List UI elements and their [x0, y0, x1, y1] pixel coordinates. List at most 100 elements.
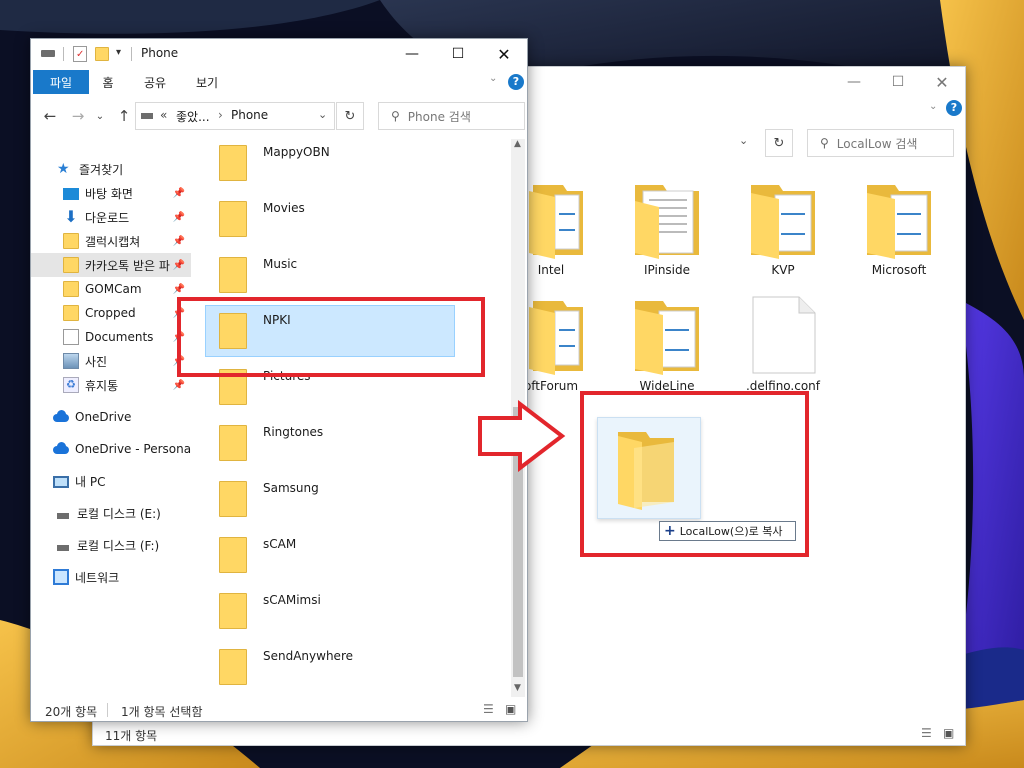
breadcrumb-item[interactable]: Phone [231, 108, 268, 122]
folder-label: KVP [771, 263, 795, 277]
pc-icon [53, 476, 69, 488]
highlight-box-npki [177, 297, 485, 377]
list-item-scamimsi[interactable]: sCAMimsi [205, 585, 455, 641]
folder-item-microsoft[interactable]: Microsoft [851, 177, 947, 287]
new-folder-icon[interactable] [95, 47, 109, 61]
list-item-samsung[interactable]: Samsung [205, 473, 455, 529]
help-icon[interactable]: ? [946, 100, 962, 116]
selected-count: 1개 항목 선택함 [121, 705, 203, 719]
nav-item-drive-e[interactable]: 로컬 디스크 (E:) [31, 501, 191, 525]
maximize-button[interactable]: ☐ [875, 67, 921, 97]
pin-icon[interactable]: 📌 [173, 284, 185, 295]
nav-item-network[interactable]: 네트워크 [31, 565, 191, 589]
download-icon: ⬇ [64, 207, 78, 226]
address-dropdown-icon[interactable]: ⌄ [739, 134, 748, 147]
nav-item-recycle-bin[interactable]: ♻ 휴지통 📌 [31, 373, 191, 397]
list-item-ringtones[interactable]: Ringtones [205, 417, 455, 473]
up-button[interactable]: ↑ [113, 105, 135, 127]
properties-icon[interactable]: ✓ [73, 46, 87, 62]
list-item-movies[interactable]: Movies [205, 193, 455, 249]
file-list: MappyOBN Movies Music NPKI Pictures Ring… [191, 137, 511, 697]
close-button[interactable]: ✕ [481, 39, 527, 69]
large-icons-view-icon[interactable]: ▣ [505, 702, 516, 716]
nav-item-downloads[interactable]: ⬇ 다운로드 📌 [31, 205, 191, 229]
forward-button[interactable]: → [67, 105, 89, 127]
pictures-icon [63, 353, 79, 369]
refresh-button[interactable]: ↻ [336, 102, 364, 130]
nav-item-desktop[interactable]: 바탕 화면 📌 [31, 181, 191, 205]
folder-icon [219, 537, 247, 573]
pin-icon[interactable]: 📌 [173, 188, 185, 199]
scroll-down-icon[interactable]: ▼ [514, 683, 521, 693]
tab-share[interactable]: 공유 [137, 70, 173, 94]
close-button[interactable]: ✕ [919, 67, 965, 97]
address-row: ← → ⌄ ↑ « 좋았... › Phone ⌄ ↻ ⚲ Phone 검색 [31, 97, 527, 133]
folder-icon [63, 305, 79, 321]
folder-item-ipinside[interactable]: IPinside [619, 177, 715, 287]
pin-icon[interactable]: 📌 [173, 212, 185, 223]
nav-item-onedrive-personal[interactable]: OneDrive - Personal [31, 437, 191, 461]
item-count: 20개 항목 [45, 705, 98, 719]
list-item-scam[interactable]: sCAM [205, 529, 455, 585]
nav-item-drive-f[interactable]: 로컬 디스크 (F:) [31, 533, 191, 557]
qat-dropdown-icon[interactable]: ▾ [116, 47, 121, 58]
list-item-sendanywhere[interactable]: SendAnywhere [205, 641, 455, 697]
recent-locations-icon[interactable]: ⌄ [93, 105, 107, 127]
pin-icon[interactable]: 📌 [173, 260, 185, 271]
address-dropdown-icon[interactable]: ⌄ [318, 108, 327, 121]
pin-icon[interactable]: 📌 [173, 236, 185, 247]
folder-icon [219, 257, 247, 293]
onedrive-icon [53, 409, 69, 425]
help-icon[interactable]: ? [508, 74, 524, 90]
folder-item-wideline[interactable]: WideLine [619, 293, 715, 403]
nav-item-favorites[interactable]: ★ 즐겨찾기 [31, 157, 191, 181]
breadcrumb-item[interactable]: 좋았... [176, 108, 210, 125]
large-icons-view-icon[interactable]: ▣ [943, 726, 954, 740]
refresh-button[interactable]: ↻ [765, 129, 793, 157]
nav-item-kakaotalk[interactable]: 카카오톡 받은 파 📌 [31, 253, 191, 277]
address-bar[interactable]: « 좋았... › Phone ⌄ [135, 102, 335, 130]
back-button[interactable]: ← [39, 105, 61, 127]
file-item-delfino-conf[interactable]: .delfino.conf [735, 293, 831, 403]
ribbon-expand-icon[interactable]: ⌄ [929, 101, 937, 112]
network-icon [53, 569, 69, 585]
nav-item-galaxy-capture[interactable]: 갤럭시캡쳐 📌 [31, 229, 191, 253]
nav-item-this-pc[interactable]: 내 PC [31, 469, 191, 493]
list-item-mappyobn[interactable]: MappyOBN [205, 137, 455, 193]
search-input[interactable]: ⚲ Phone 검색 [378, 102, 525, 130]
breadcrumb-separator[interactable]: › [218, 108, 223, 122]
breadcrumb-prefix[interactable]: « [160, 108, 167, 122]
status-separator [107, 703, 108, 717]
tab-home[interactable]: 홈 [95, 70, 121, 94]
maximize-button[interactable]: ☐ [435, 39, 481, 69]
status-bar: 11개 항목 ☰ ▣ [93, 723, 965, 745]
search-placeholder: LocalLow 검색 [836, 136, 918, 151]
minimize-button[interactable]: — [831, 67, 877, 97]
folder-icon [63, 281, 79, 297]
tab-view[interactable]: 보기 [189, 70, 225, 94]
onedrive-icon [53, 441, 69, 457]
nav-item-cropped[interactable]: Cropped 📌 [31, 301, 191, 325]
folder-icon [635, 301, 699, 375]
qat-separator [63, 47, 64, 61]
pin-icon[interactable]: 📌 [173, 380, 185, 391]
ribbon-expand-icon[interactable]: ⌄ [489, 73, 497, 84]
status-bar: 20개 항목 1개 항목 선택함 ☰ ▣ [31, 699, 527, 721]
minimize-button[interactable]: — [389, 39, 435, 69]
desktop-icon [63, 188, 79, 200]
navigation-pane: ★ 즐겨찾기 바탕 화면 📌 ⬇ 다운로드 📌 갤럭시캡쳐 📌 카카오톡 받은 … [31, 137, 191, 697]
folder-label: IPinside [643, 263, 691, 277]
folder-item-kvp[interactable]: KVP [735, 177, 831, 287]
folder-icon [867, 185, 931, 259]
title-bar: ✓ ▾ Phone — ☐ ✕ [31, 39, 527, 69]
nav-item-documents[interactable]: Documents 📌 [31, 325, 191, 349]
nav-item-gomcam[interactable]: GOMCam 📌 [31, 277, 191, 301]
tab-file[interactable]: 파일 [33, 70, 89, 94]
nav-item-onedrive[interactable]: OneDrive [31, 405, 191, 429]
search-input[interactable]: ⚲ LocalLow 검색 [807, 129, 954, 157]
drive-icon [41, 50, 55, 57]
nav-item-pictures[interactable]: 사진 📌 [31, 349, 191, 373]
details-view-icon[interactable]: ☰ [483, 702, 494, 716]
details-view-icon[interactable]: ☰ [921, 726, 932, 740]
scroll-up-icon[interactable]: ▲ [514, 139, 521, 149]
